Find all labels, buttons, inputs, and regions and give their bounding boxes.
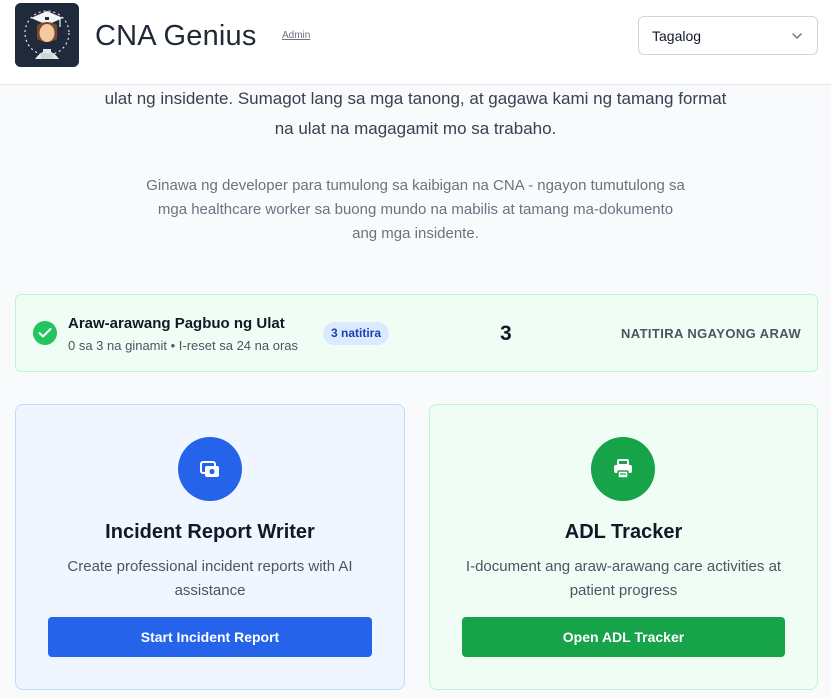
intro-line: na ulat na magagamit mo sa trabaho. bbox=[274, 119, 557, 138]
app-title: CNA Genius bbox=[95, 20, 257, 52]
language-select[interactable]: Tagalog bbox=[638, 16, 818, 55]
usage-title: Araw-arawang Pagbuo ng Ulat bbox=[68, 315, 285, 332]
app-header: CNA Genius Admin Tagalog bbox=[0, 0, 831, 85]
camera-icon bbox=[178, 437, 242, 501]
admin-link[interactable]: Admin bbox=[282, 30, 310, 41]
intro-text: ulat ng insidente. Sumagot lang sa mga t… bbox=[60, 84, 771, 144]
incident-report-card: Incident Report Writer Create profession… bbox=[15, 404, 405, 690]
app-logo[interactable] bbox=[15, 3, 79, 67]
developer-credit-text: Ginawa ng developer para tumulong sa kai… bbox=[110, 174, 721, 246]
card-title: ADL Tracker bbox=[564, 521, 683, 543]
printer-icon bbox=[591, 437, 655, 501]
logo-nurse-graduate-icon bbox=[15, 3, 79, 67]
remaining-count-label: NATITIRA NGAYONG ARAW bbox=[620, 326, 801, 341]
daily-usage-panel: Araw-arawang Pagbuo ng Ulat 0 sa 3 na gi… bbox=[15, 294, 818, 372]
card-description: I-document ang araw-arawang care activit… bbox=[465, 558, 782, 599]
usage-subtitle: 0 sa 3 na ginamit • I-reset sa 24 na ora… bbox=[68, 338, 299, 353]
check-circle-icon bbox=[33, 321, 57, 345]
adl-tracker-card: ADL Tracker I-document ang araw-arawang … bbox=[429, 404, 818, 690]
credit-line: Ginawa ng developer para tumulong sa kai… bbox=[146, 177, 685, 194]
remaining-badge: 3 natitira bbox=[323, 322, 390, 345]
card-description: Create professional incident reports wit… bbox=[67, 558, 353, 599]
credit-line: ang mga insidente. bbox=[352, 225, 479, 242]
language-select-value: Tagalog bbox=[652, 28, 702, 44]
intro-line: ulat ng insidente. Sumagot lang sa mga t… bbox=[104, 89, 727, 108]
card-title: Incident Report Writer bbox=[105, 521, 315, 543]
remaining-count: 3 bbox=[500, 322, 512, 345]
start-incident-report-button[interactable]: Start Incident Report bbox=[48, 617, 372, 657]
credit-line: mga healthcare worker sa buong mundo na … bbox=[157, 201, 674, 218]
open-adl-tracker-button[interactable]: Open ADL Tracker bbox=[462, 617, 785, 657]
chevron-down-icon bbox=[792, 33, 802, 39]
